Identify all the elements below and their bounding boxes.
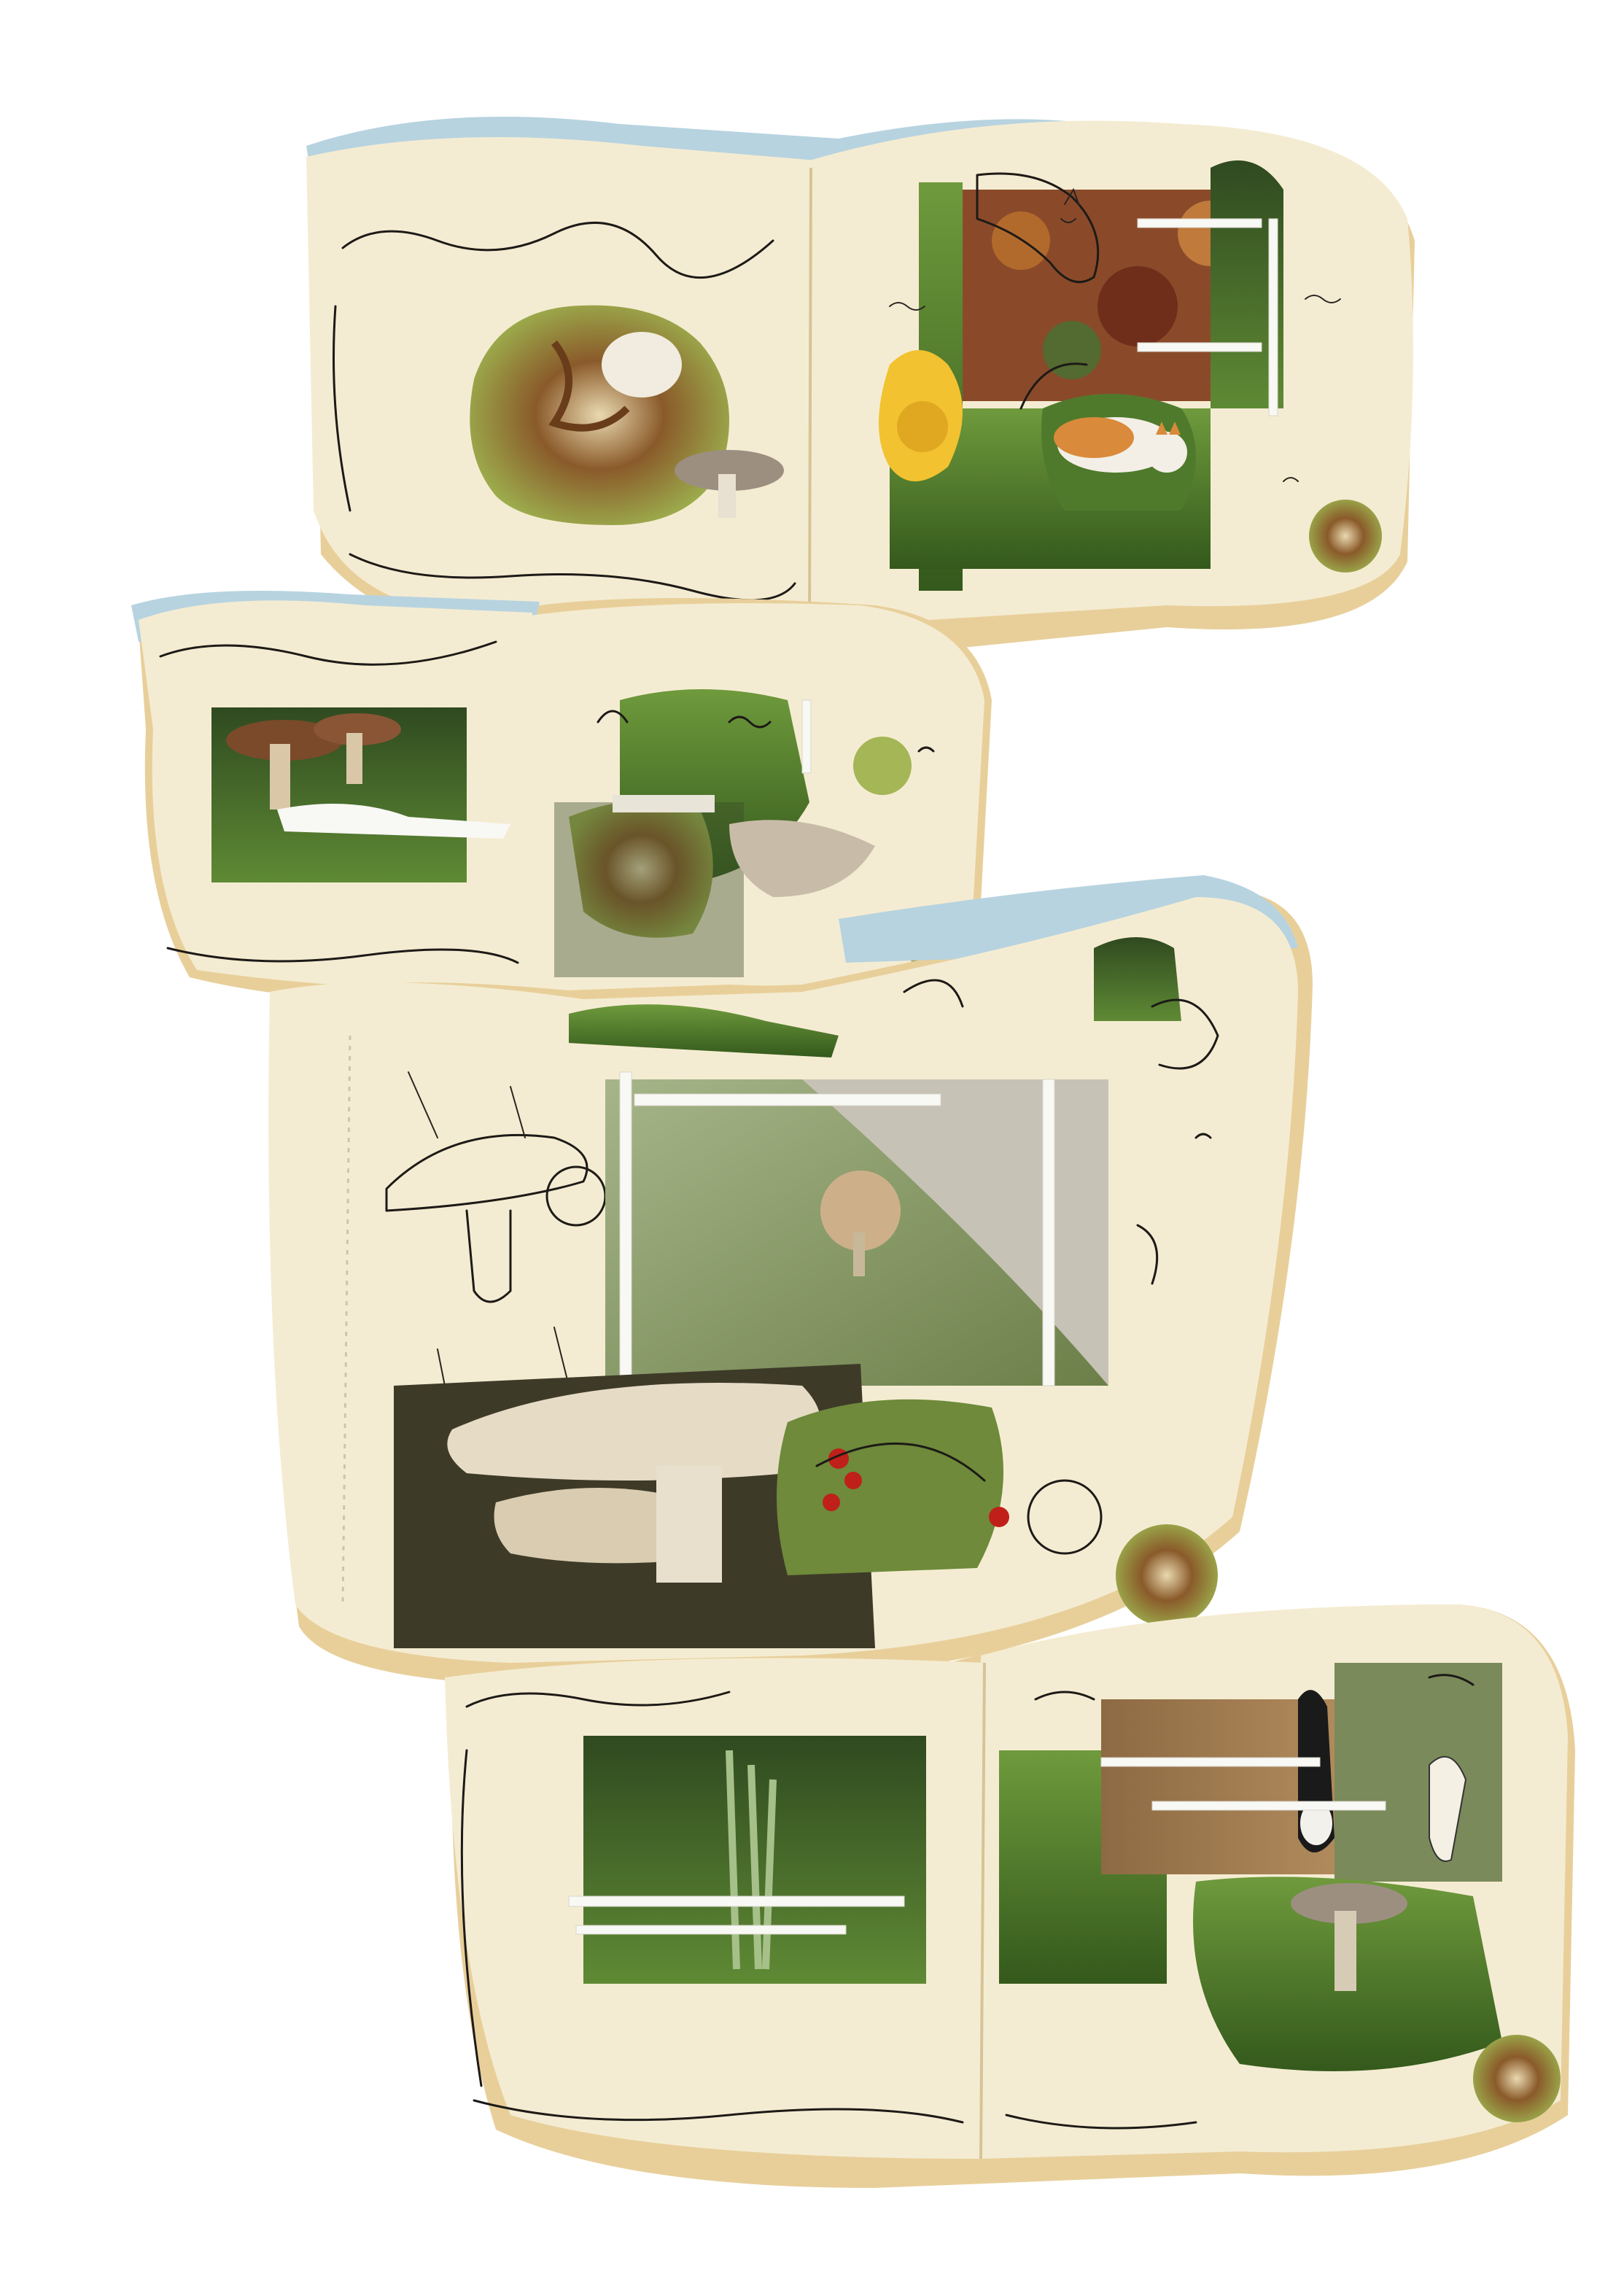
spread-3: [268, 875, 1313, 1685]
sketchbook-collage: [131, 117, 1575, 2188]
apple-core-photo: [470, 305, 729, 525]
mushroom-on-grass-photo: [1193, 1877, 1502, 2071]
yellow-rose-photo: [879, 350, 963, 481]
apple-core-small-1: [1309, 500, 1382, 573]
ginger-cat-photo: [1041, 394, 1196, 511]
apple-core-small-3: [1473, 2035, 1561, 2122]
wheat-grass-photo: [568, 1736, 926, 1984]
spread-4: [445, 1604, 1575, 2188]
brown-mushrooms-photo: [211, 707, 510, 882]
mossy-rock-photo: [605, 1079, 1108, 1386]
apple-core-small-2: [1116, 1524, 1218, 1626]
spread-1: [306, 117, 1415, 656]
